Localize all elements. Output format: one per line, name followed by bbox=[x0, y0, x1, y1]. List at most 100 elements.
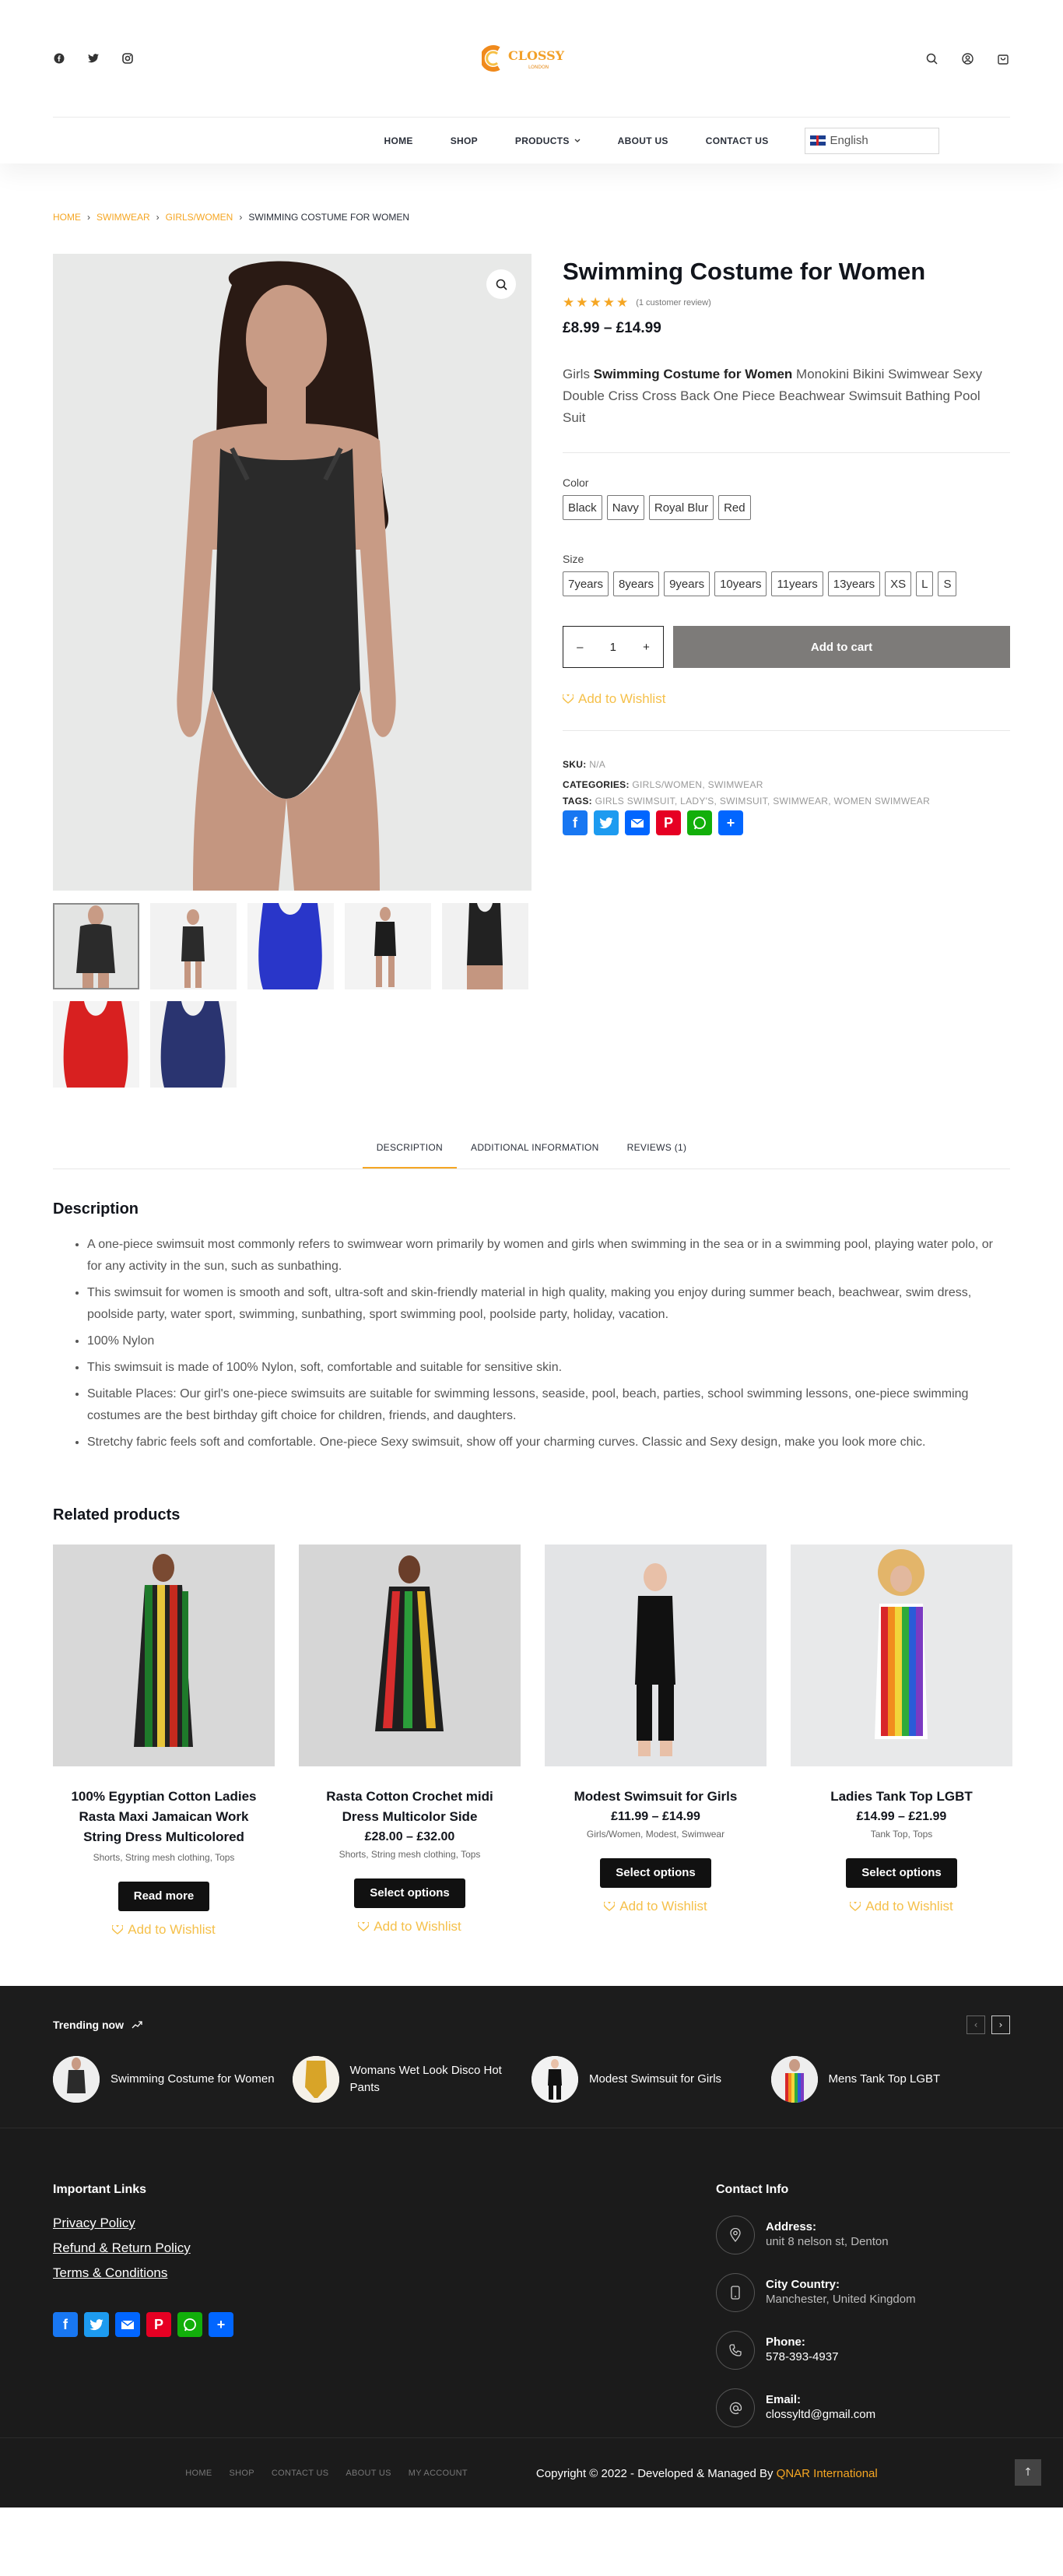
whatsapp-share-icon[interactable] bbox=[177, 2312, 202, 2337]
contact-value[interactable]: clossyltd@gmail.com bbox=[766, 2406, 875, 2423]
add-to-wishlist-link[interactable]: Add to Wishlist bbox=[563, 691, 665, 707]
tag-link[interactable]: GIRLS SWIMSUIT bbox=[595, 796, 675, 807]
language-select[interactable]: English bbox=[804, 127, 939, 154]
trending-next-button[interactable]: › bbox=[991, 2015, 1010, 2034]
color-option-red[interactable]: Red bbox=[718, 495, 751, 521]
size-option-13years[interactable]: 13years bbox=[827, 571, 881, 597]
product-thumbnail[interactable] bbox=[247, 903, 334, 989]
size-option-9years[interactable]: 9years bbox=[664, 571, 710, 597]
account-icon[interactable] bbox=[960, 51, 974, 65]
breadcrumb-swimwear[interactable]: SWIMWEAR bbox=[96, 212, 150, 223]
category-link[interactable]: GIRLS/WOMEN bbox=[632, 779, 702, 790]
select-options-button[interactable]: Select options bbox=[354, 1878, 465, 1908]
tag-link[interactable]: LADY'S bbox=[680, 796, 714, 807]
product-card-title[interactable]: Modest Swimsuit for Girls bbox=[545, 1787, 767, 1807]
terms-conditions-link[interactable]: Terms & Conditions bbox=[53, 2265, 233, 2281]
trending-item[interactable]: Mens Tank Top LGBT bbox=[770, 2056, 1011, 2103]
size-option-11years[interactable]: 11years bbox=[771, 571, 823, 597]
tag-link[interactable]: WOMEN SWIMWEAR bbox=[834, 796, 931, 807]
share-plus-icon[interactable]: + bbox=[718, 810, 743, 836]
footer-nav-shop[interactable]: SHOP bbox=[229, 2469, 254, 2478]
facebook-share-icon[interactable]: f bbox=[53, 2312, 78, 2337]
footer-nav-about-us[interactable]: ABOUT US bbox=[346, 2469, 391, 2478]
zoom-button[interactable] bbox=[486, 269, 516, 299]
add-to-wishlist-link[interactable]: Add to Wishlist bbox=[53, 1922, 275, 1938]
footer-nav-contact-us[interactable]: CONTACT US bbox=[272, 2469, 329, 2478]
product-card-title[interactable]: Rasta Cotton Crochet midi Dress Multicol… bbox=[299, 1787, 521, 1827]
pinterest-share-icon[interactable]: P bbox=[656, 810, 681, 836]
size-option-l[interactable]: L bbox=[916, 571, 934, 597]
product-main-image[interactable] bbox=[53, 254, 532, 891]
footer-nav-home[interactable]: HOME bbox=[185, 2469, 212, 2478]
refund-return-policy-link[interactable]: Refund & Return Policy bbox=[53, 2240, 233, 2256]
twitter-share-icon[interactable] bbox=[594, 810, 619, 836]
quantity-decrease-button[interactable]: – bbox=[577, 641, 583, 654]
product-thumbnail[interactable] bbox=[150, 1001, 237, 1088]
nav-home[interactable]: HOME bbox=[384, 135, 412, 146]
product-thumbnail[interactable] bbox=[442, 903, 528, 989]
category-link[interactable]: SWIMWEAR bbox=[708, 779, 763, 790]
nav-about-us[interactable]: ABOUT US bbox=[618, 135, 668, 146]
facebook-icon[interactable] bbox=[53, 52, 65, 65]
trending-item[interactable]: Modest Swimsuit for Girls bbox=[532, 2056, 771, 2103]
nav-contact-us[interactable]: CONTACT US bbox=[706, 135, 769, 146]
tag-link[interactable]: SWIMWEAR bbox=[773, 796, 828, 807]
size-option-xs[interactable]: XS bbox=[885, 571, 912, 597]
size-option-7years[interactable]: 7years bbox=[563, 571, 609, 597]
quantity-value[interactable]: 1 bbox=[610, 641, 616, 654]
developer-link[interactable]: QNAR International bbox=[777, 2467, 878, 2480]
search-icon[interactable] bbox=[924, 51, 938, 65]
breadcrumb-home[interactable]: HOME bbox=[53, 212, 81, 223]
trending-item[interactable]: Swimming Costume for Women bbox=[53, 2056, 293, 2103]
product-card-title[interactable]: Ladies Tank Top LGBT bbox=[791, 1787, 1012, 1807]
footer-nav-my-account[interactable]: MY ACCOUNT bbox=[409, 2469, 468, 2478]
product-thumbnail[interactable] bbox=[150, 903, 237, 989]
facebook-share-icon[interactable]: f bbox=[563, 810, 588, 836]
product-thumbnail[interactable] bbox=[53, 1001, 139, 1088]
privacy-policy-link[interactable]: Privacy Policy bbox=[53, 2216, 233, 2231]
size-option-8years[interactable]: 8years bbox=[613, 571, 660, 597]
tab-reviews[interactable]: REVIEWS (1) bbox=[613, 1142, 701, 1169]
product-card-image[interactable] bbox=[791, 1545, 1012, 1766]
twitter-share-icon[interactable] bbox=[84, 2312, 109, 2337]
tag-link[interactable]: SWIMSUIT bbox=[720, 796, 767, 807]
size-option-s[interactable]: S bbox=[938, 571, 957, 597]
trending-item[interactable]: Womans Wet Look Disco Hot Pants bbox=[292, 2056, 532, 2103]
read-more-button[interactable]: Read more bbox=[118, 1882, 210, 1911]
review-count-link[interactable]: (1 customer review) bbox=[636, 298, 711, 308]
add-to-wishlist-link[interactable]: Add to Wishlist bbox=[299, 1919, 521, 1935]
product-thumbnail[interactable] bbox=[345, 903, 431, 989]
tab-additional-information[interactable]: ADDITIONAL INFORMATION bbox=[457, 1142, 613, 1169]
cart-icon[interactable] bbox=[996, 51, 1010, 65]
breadcrumb-girls-women[interactable]: GIRLS/WOMEN bbox=[166, 212, 233, 223]
whatsapp-share-icon[interactable] bbox=[687, 810, 712, 836]
back-to-top-button[interactable]: ↑ bbox=[1015, 2459, 1041, 2486]
product-card-image[interactable] bbox=[545, 1545, 767, 1766]
add-to-cart-button[interactable]: Add to cart bbox=[673, 626, 1010, 669]
product-card-image[interactable] bbox=[53, 1545, 275, 1766]
product-card-image[interactable] bbox=[299, 1545, 521, 1766]
email-share-icon[interactable] bbox=[115, 2312, 140, 2337]
email-share-icon[interactable] bbox=[625, 810, 650, 836]
product-card-title[interactable]: 100% Egyptian Cotton Ladies Rasta Maxi J… bbox=[53, 1787, 275, 1847]
quantity-increase-button[interactable]: + bbox=[643, 641, 650, 654]
twitter-icon[interactable] bbox=[87, 52, 100, 65]
contact-value[interactable]: 578-393-4937 bbox=[766, 2349, 838, 2366]
add-to-wishlist-link[interactable]: Add to Wishlist bbox=[545, 1899, 767, 1914]
nav-shop[interactable]: SHOP bbox=[451, 135, 478, 146]
site-logo[interactable]: CLOSSY LONDON bbox=[482, 43, 581, 74]
select-options-button[interactable]: Select options bbox=[846, 1858, 957, 1888]
color-option-royal-blur[interactable]: Royal Blur bbox=[648, 495, 714, 521]
color-option-navy[interactable]: Navy bbox=[606, 495, 644, 521]
trending-prev-button[interactable]: ‹ bbox=[967, 2015, 985, 2034]
color-option-black[interactable]: Black bbox=[563, 495, 602, 521]
tab-description[interactable]: DESCRIPTION bbox=[362, 1142, 458, 1169]
size-option-10years[interactable]: 10years bbox=[714, 571, 767, 597]
product-thumbnail[interactable] bbox=[53, 903, 139, 989]
add-to-wishlist-link[interactable]: Add to Wishlist bbox=[791, 1899, 1012, 1914]
pinterest-share-icon[interactable]: P bbox=[146, 2312, 171, 2337]
select-options-button[interactable]: Select options bbox=[600, 1858, 711, 1888]
instagram-icon[interactable] bbox=[121, 52, 134, 65]
nav-products[interactable]: PRODUCTS bbox=[515, 135, 581, 146]
share-plus-icon[interactable]: + bbox=[209, 2312, 233, 2337]
